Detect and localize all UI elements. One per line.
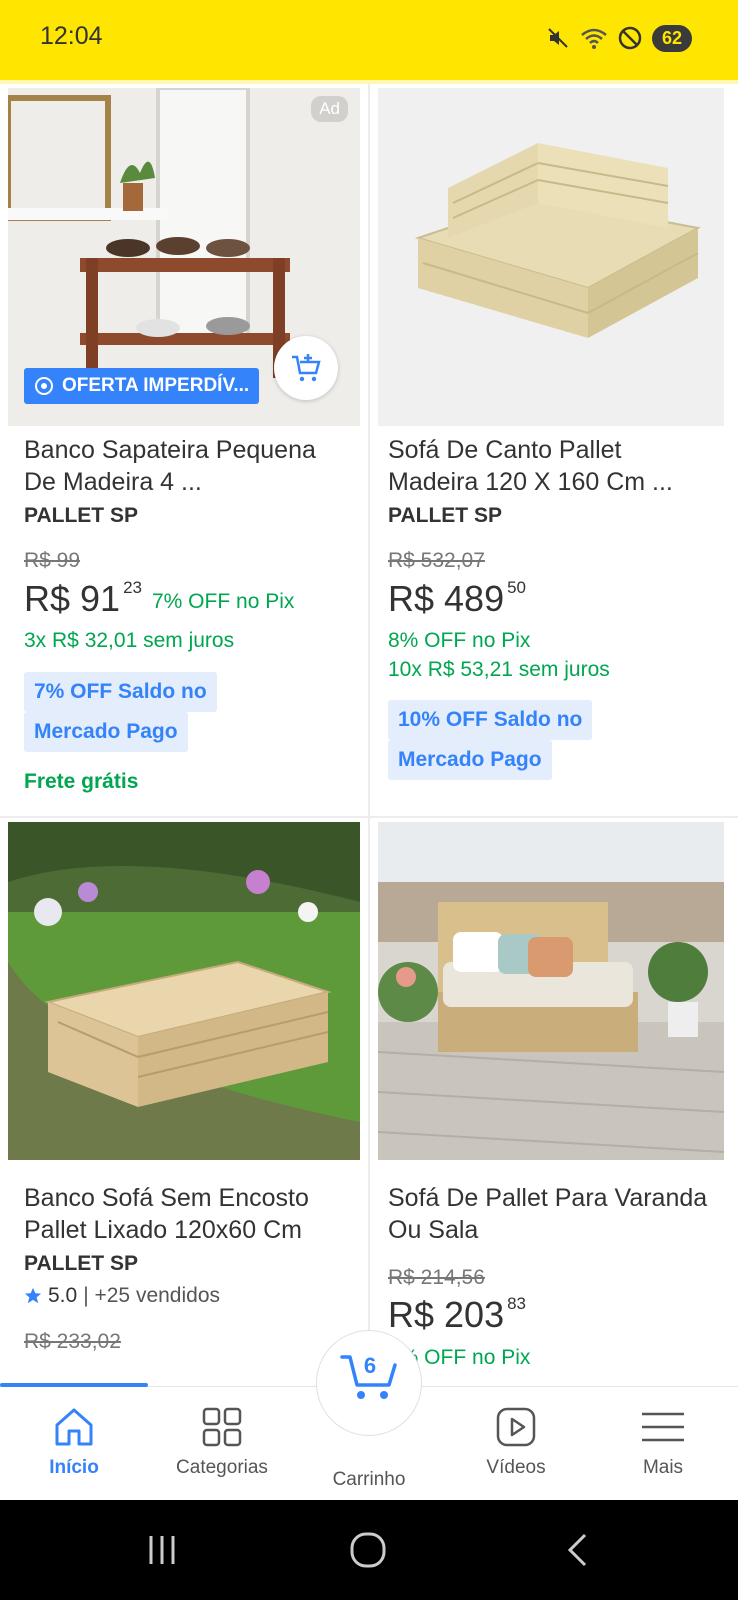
wifi-icon (581, 28, 607, 49)
nav-more[interactable]: Mais (603, 1387, 723, 1501)
price-cents: 23 (123, 578, 142, 597)
status-time: 12:04 (40, 22, 103, 50)
product-old-price: R$ 233,02 (24, 1330, 121, 1353)
nav-home-label: Início (49, 1457, 99, 1478)
price-integer: R$ 91 (24, 578, 121, 619)
offer-icon (35, 377, 53, 395)
pix-discount: 7% OFF no Pix (152, 590, 295, 613)
product-card[interactable]: Ad OFERTA IMPERDÍV... Banco Sapateira Pe… (0, 84, 368, 816)
product-old-price: R$ 214,56 (388, 1266, 485, 1289)
product-brand: PALLET SP (24, 504, 138, 527)
promo-badge-line2: Mercado Pago (24, 712, 188, 752)
nav-cart-label[interactable]: Carrinho (309, 1469, 429, 1491)
system-nav-bar (0, 1500, 738, 1600)
back-button[interactable] (562, 1530, 592, 1570)
ad-badge: Ad (311, 96, 348, 122)
product-price: R$ 489 50 (388, 578, 526, 620)
pix-discount: 8% OFF no Pix (388, 629, 531, 652)
product-title[interactable]: Banco Sapateira Pequena De Madeira 4 ... (24, 434, 354, 498)
home-system-button[interactable] (348, 1530, 388, 1570)
nav-videos[interactable]: Vídeos (456, 1387, 576, 1501)
product-old-price: R$ 99 (24, 549, 81, 572)
back-icon (567, 1533, 587, 1567)
product-image-garden-bench[interactable] (8, 822, 360, 1160)
nav-categories-label: Categorias (176, 1457, 268, 1478)
add-to-cart-icon (292, 354, 321, 382)
product-price: R$ 203 83 (388, 1294, 526, 1336)
home-circle-icon (350, 1532, 386, 1568)
product-image-shoe-rack[interactable]: Ad OFERTA IMPERDÍV... (8, 88, 360, 426)
promo-badge-line1: 7% OFF Saldo no (24, 672, 217, 712)
mute-icon (548, 28, 568, 48)
dnd-icon (618, 26, 642, 50)
product-grid: Ad OFERTA IMPERDÍV... Banco Sapateira Pe… (0, 84, 738, 1386)
installments: 10x R$ 53,21 sem juros (388, 658, 610, 681)
status-icons: 62 (546, 22, 692, 54)
status-bar: 12:04 62 (0, 0, 738, 80)
product-title[interactable]: Sofá De Canto Pallet Madeira 120 X 160 C… (388, 434, 718, 498)
recent-apps-icon (149, 1536, 175, 1564)
installments: 3x R$ 32,01 sem juros (24, 629, 235, 652)
price-cents: 50 (507, 578, 527, 597)
price-integer: R$ 203 (388, 1294, 505, 1335)
product-image-corner-sofa[interactable] (378, 88, 724, 426)
add-to-cart-button[interactable] (274, 336, 338, 400)
price-integer: R$ 489 (388, 578, 505, 619)
rating-value: 5.0 (48, 1284, 78, 1307)
videos-icon (496, 1407, 536, 1447)
categories-icon (202, 1407, 242, 1447)
product-title[interactable]: Banco Sofá Sem Encosto Pallet Lixado 120… (24, 1182, 354, 1246)
sold-count: | +25 vendidos (83, 1284, 221, 1307)
menu-icon (642, 1412, 684, 1442)
offer-badge-label: OFERTA IMPERDÍV... (62, 375, 250, 396)
nav-videos-label: Vídeos (486, 1457, 546, 1478)
product-image-balcony-sofa[interactable] (378, 822, 724, 1160)
rating-row: 5.0 | +25 vendidos (24, 1284, 220, 1308)
product-card[interactable]: Banco Sofá Sem Encosto Pallet Lixado 120… (0, 818, 368, 1386)
product-price: R$ 91 23 (24, 578, 142, 620)
nav-home[interactable]: Início (14, 1387, 134, 1501)
star-icon (24, 1287, 42, 1304)
product-title[interactable]: Sofá De Pallet Para Varanda Ou Sala (388, 1182, 718, 1246)
battery-icon: 62 (651, 24, 692, 52)
product-card[interactable]: Sofá De Pallet Para Varanda Ou Sala R$ 2… (370, 818, 738, 1386)
home-icon (55, 1408, 93, 1446)
promo-badge-line1: 10% OFF Saldo no (388, 700, 593, 740)
cart-count-badge: 6 (363, 1353, 377, 1378)
product-card[interactable]: Sofá De Canto Pallet Madeira 120 X 160 C… (370, 84, 738, 816)
recent-apps-button[interactable] (144, 1530, 180, 1570)
product-brand: PALLET SP (388, 504, 502, 527)
offer-badge: OFERTA IMPERDÍV... (24, 368, 260, 404)
product-old-price: R$ 532,07 (388, 549, 485, 572)
promo-badge-line2: Mercado Pago (388, 740, 552, 780)
free-shipping: Frete grátis (24, 770, 139, 793)
nav-categories[interactable]: Categorias (162, 1387, 282, 1501)
nav-more-label: Mais (642, 1457, 684, 1478)
product-brand: PALLET SP (24, 1252, 138, 1275)
price-cents: 83 (507, 1294, 527, 1313)
nav-cart-button[interactable]: 6 (316, 1330, 422, 1436)
